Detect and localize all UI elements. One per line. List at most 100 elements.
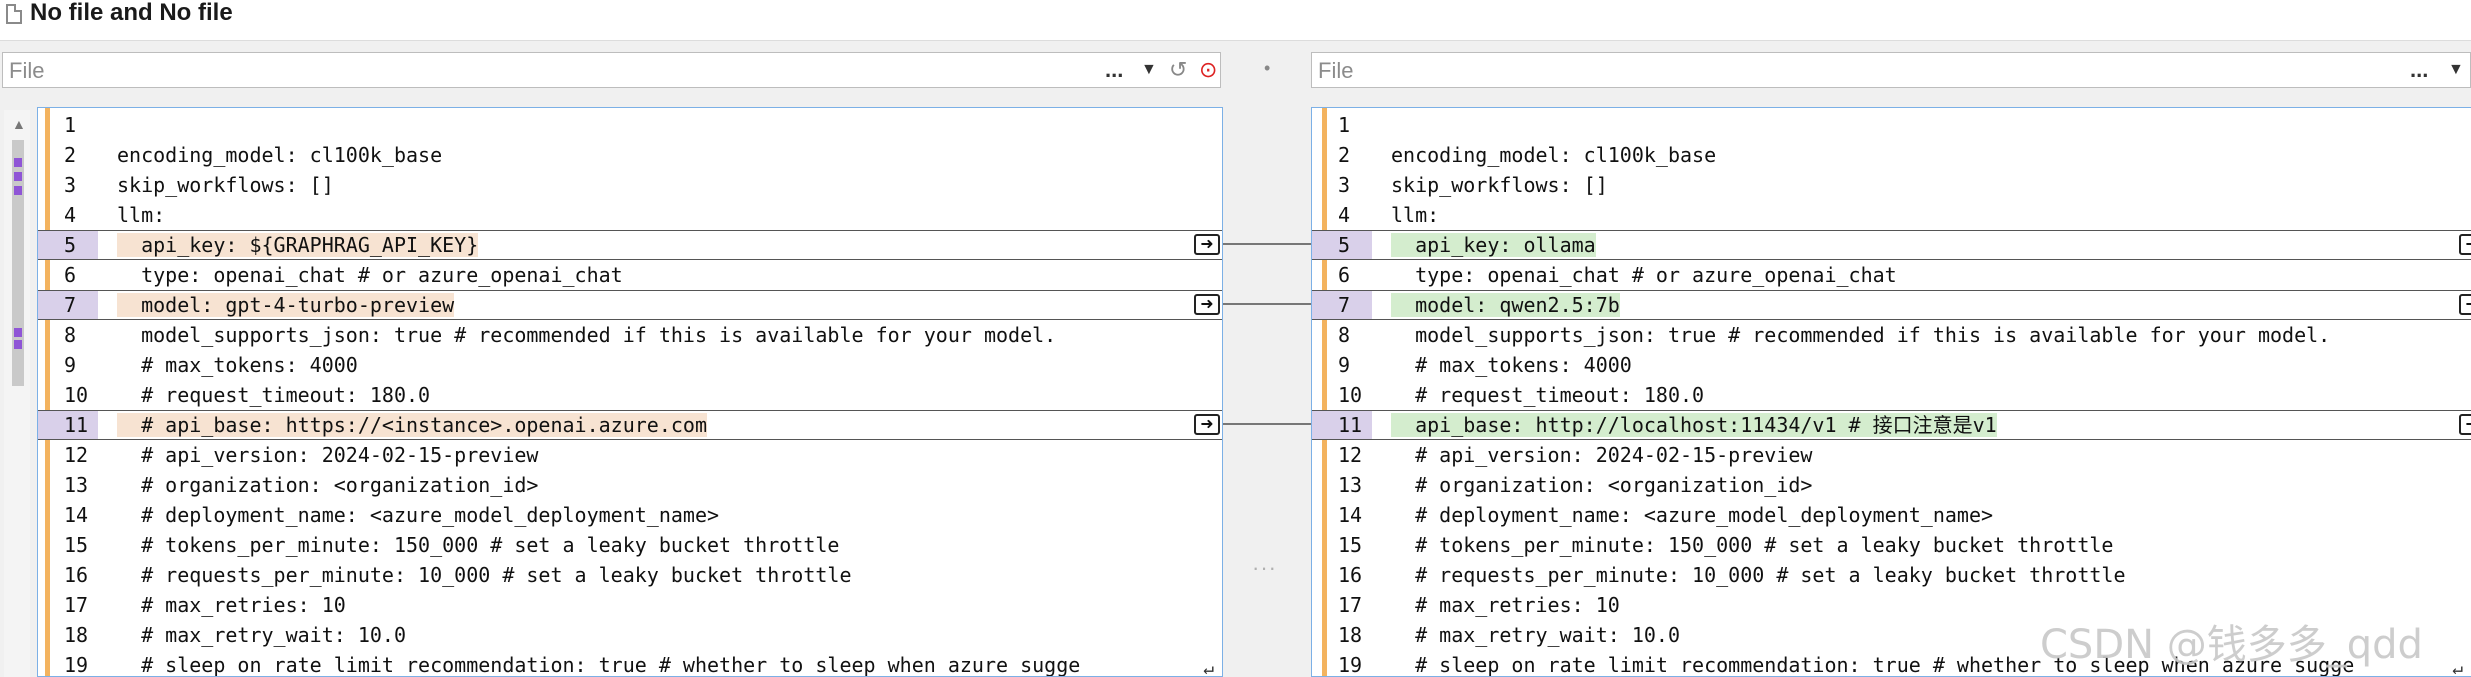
- left-code-line[interactable]: 12 # api_version: 2024-02-15-preview: [38, 440, 1222, 470]
- copy-change-arrow-icon[interactable]: ➜: [1194, 414, 1220, 435]
- line-code-text: model_supports_json: true # recommended …: [1391, 323, 2331, 347]
- copy-change-arrow-icon[interactable]: ➜: [2459, 234, 2471, 255]
- right-more-button[interactable]: ...: [2410, 58, 2428, 82]
- line-code: skip_workflows: []: [117, 170, 334, 200]
- line-number: 3: [64, 173, 77, 197]
- line-number: 16: [1338, 563, 1363, 587]
- line-code: # requests_per_minute: 10_000 # set a le…: [117, 560, 851, 590]
- copy-change-arrow-icon[interactable]: ➜: [1194, 234, 1220, 255]
- left-code-line[interactable]: 18 # max_retry_wait: 10.0: [38, 620, 1222, 650]
- left-file-input[interactable]: [7, 55, 1091, 87]
- line-code-text: # api_version: 2024-02-15-preview: [1391, 443, 1813, 467]
- line-wrap-icon: ↵: [1203, 658, 1214, 677]
- right-code-line[interactable]: 7 model: qwen2.5:7b ➜: [1312, 290, 2471, 320]
- left-code-line[interactable]: 13 # organization: <organization_id>: [38, 470, 1222, 500]
- line-number: 13: [64, 473, 89, 497]
- left-code-line[interactable]: 17 # max_retries: 10: [38, 590, 1222, 620]
- right-code-line[interactable]: 14 # deployment_name: <azure_model_deplo…: [1312, 500, 2471, 530]
- right-code-line[interactable]: 13 # organization: <organization_id>: [1312, 470, 2471, 500]
- line-number: 6: [64, 263, 77, 287]
- left-history-icon[interactable]: ↺: [1169, 58, 1187, 82]
- diff-overview-bar[interactable]: ▲: [4, 110, 30, 677]
- line-number: 11: [38, 411, 98, 439]
- line-number: 14: [64, 503, 89, 527]
- overview-change-marker: [14, 328, 22, 337]
- right-code-line[interactable]: 11 api_base: http://localhost:11434/v1 #…: [1312, 410, 2471, 440]
- left-code-line[interactable]: 1: [38, 110, 1222, 140]
- line-number: 4: [64, 203, 77, 227]
- line-code-text: # deployment_name: <azure_model_deployme…: [117, 503, 720, 527]
- right-code-line[interactable]: 10 # request_timeout: 180.0: [1312, 380, 2471, 410]
- right-code-line[interactable]: 8 model_supports_json: true # recommende…: [1312, 320, 2471, 350]
- left-code-line[interactable]: 16 # requests_per_minute: 10_000 # set a…: [38, 560, 1222, 590]
- right-code-line[interactable]: 16 # requests_per_minute: 10_000 # set a…: [1312, 560, 2471, 590]
- line-code: # max_retry_wait: 10.0: [117, 620, 406, 650]
- left-code-line[interactable]: 3 skip_workflows: []: [38, 170, 1222, 200]
- right-code-line[interactable]: 15 # tokens_per_minute: 150_000 # set a …: [1312, 530, 2471, 560]
- left-code-line[interactable]: 19 # sleep_on_rate_limit_recommendation:…: [38, 650, 1222, 677]
- line-number: 11: [1312, 411, 1372, 439]
- copy-change-arrow-icon[interactable]: ➜: [2459, 414, 2471, 435]
- left-code-line[interactable]: 8 model_supports_json: true # recommende…: [38, 320, 1222, 350]
- line-number: 12: [64, 443, 89, 467]
- line-code: # max_tokens: 4000: [117, 350, 358, 380]
- copy-change-arrow-icon[interactable]: ➜: [1194, 294, 1220, 315]
- file-icon: [6, 4, 22, 24]
- right-file-input[interactable]: [1316, 55, 2400, 87]
- line-code-text: # sleep_on_rate_limit_recommendation: tr…: [117, 653, 1081, 677]
- line-code-text: model_supports_json: true # recommended …: [117, 323, 1057, 347]
- line-number: 9: [1338, 353, 1351, 377]
- line-code: type: openai_chat # or azure_openai_chat: [1391, 260, 1897, 290]
- overview-change-marker: [14, 186, 22, 195]
- left-code-line[interactable]: 5 api_key: ${GRAPHRAG_API_KEY} ➜: [38, 230, 1222, 260]
- line-code: encoding_model: cl100k_base: [1391, 140, 1716, 170]
- line-number: 2: [64, 143, 77, 167]
- line-code-text: # max_retries: 10: [1391, 593, 1620, 617]
- right-editor-pane[interactable]: 1 2 encoding_model: cl100k_base 3 skip_workf…: [1311, 107, 2471, 677]
- line-number: 10: [1338, 383, 1363, 407]
- line-code-text: # organization: <organization_id>: [1391, 473, 1813, 497]
- line-code: # requests_per_minute: 10_000 # set a le…: [1391, 560, 2125, 590]
- left-more-button[interactable]: ...: [1105, 58, 1123, 82]
- right-code-line[interactable]: 5 api_key: ollama ➜: [1312, 230, 2471, 260]
- line-code: # request_timeout: 180.0: [1391, 380, 1704, 410]
- right-code-line[interactable]: 6 type: openai_chat # or azure_openai_ch…: [1312, 260, 2471, 290]
- line-number: 18: [64, 623, 89, 647]
- left-editor-pane[interactable]: 1 2 encoding_model: cl100k_base 3 skip_workf…: [37, 107, 1223, 677]
- left-code-line[interactable]: 14 # deployment_name: <azure_model_deplo…: [38, 500, 1222, 530]
- right-code-line[interactable]: 12 # api_version: 2024-02-15-preview: [1312, 440, 2471, 470]
- line-number: 10: [64, 383, 89, 407]
- line-number: 17: [64, 593, 89, 617]
- right-code-line[interactable]: 3 skip_workflows: []: [1312, 170, 2471, 200]
- scroll-up-icon[interactable]: ▲: [12, 116, 26, 132]
- line-number: 17: [1338, 593, 1363, 617]
- line-code: # max_retries: 10: [1391, 590, 1620, 620]
- left-code-line[interactable]: 9 # max_tokens: 4000: [38, 350, 1222, 380]
- line-code-text: # max_tokens: 4000: [117, 353, 358, 377]
- line-number: 12: [1338, 443, 1363, 467]
- left-code-line[interactable]: 11 # api_base: https://<instance>.openai…: [38, 410, 1222, 440]
- copy-change-arrow-icon[interactable]: ➜: [2459, 294, 2471, 315]
- right-code-line[interactable]: 4 llm:: [1312, 200, 2471, 230]
- left-code-line[interactable]: 2 encoding_model: cl100k_base: [38, 140, 1222, 170]
- line-code-text: llm:: [1391, 203, 1440, 227]
- center-more-icon[interactable]: ···: [1252, 555, 1277, 581]
- right-dropdown-icon[interactable]: ▼: [2448, 58, 2464, 82]
- left-code-line[interactable]: 6 type: openai_chat # or azure_openai_ch…: [38, 260, 1222, 290]
- left-code-line[interactable]: 10 # request_timeout: 180.0: [38, 380, 1222, 410]
- line-code: # tokens_per_minute: 150_000 # set a lea…: [1391, 530, 2113, 560]
- line-code-text: encoding_model: cl100k_base: [1391, 143, 1717, 167]
- line-code: # max_retries: 10: [117, 590, 346, 620]
- right-code-line[interactable]: 9 # max_tokens: 4000: [1312, 350, 2471, 380]
- line-number: 8: [64, 323, 77, 347]
- left-code-line[interactable]: 7 model: gpt-4-turbo-preview ➜: [38, 290, 1222, 320]
- left-dropdown-icon[interactable]: ▼: [1141, 58, 1157, 82]
- line-code: # tokens_per_minute: 150_000 # set a lea…: [117, 530, 839, 560]
- left-code-line[interactable]: 4 llm:: [38, 200, 1222, 230]
- left-code-line[interactable]: 15 # tokens_per_minute: 150_000 # set a …: [38, 530, 1222, 560]
- right-code-line[interactable]: 2 encoding_model: cl100k_base: [1312, 140, 2471, 170]
- left-stop-icon[interactable]: ⊙: [1199, 58, 1217, 82]
- line-code: model: qwen2.5:7b: [1391, 291, 1620, 319]
- line-number: 8: [1338, 323, 1351, 347]
- right-code-line[interactable]: 1: [1312, 110, 2471, 140]
